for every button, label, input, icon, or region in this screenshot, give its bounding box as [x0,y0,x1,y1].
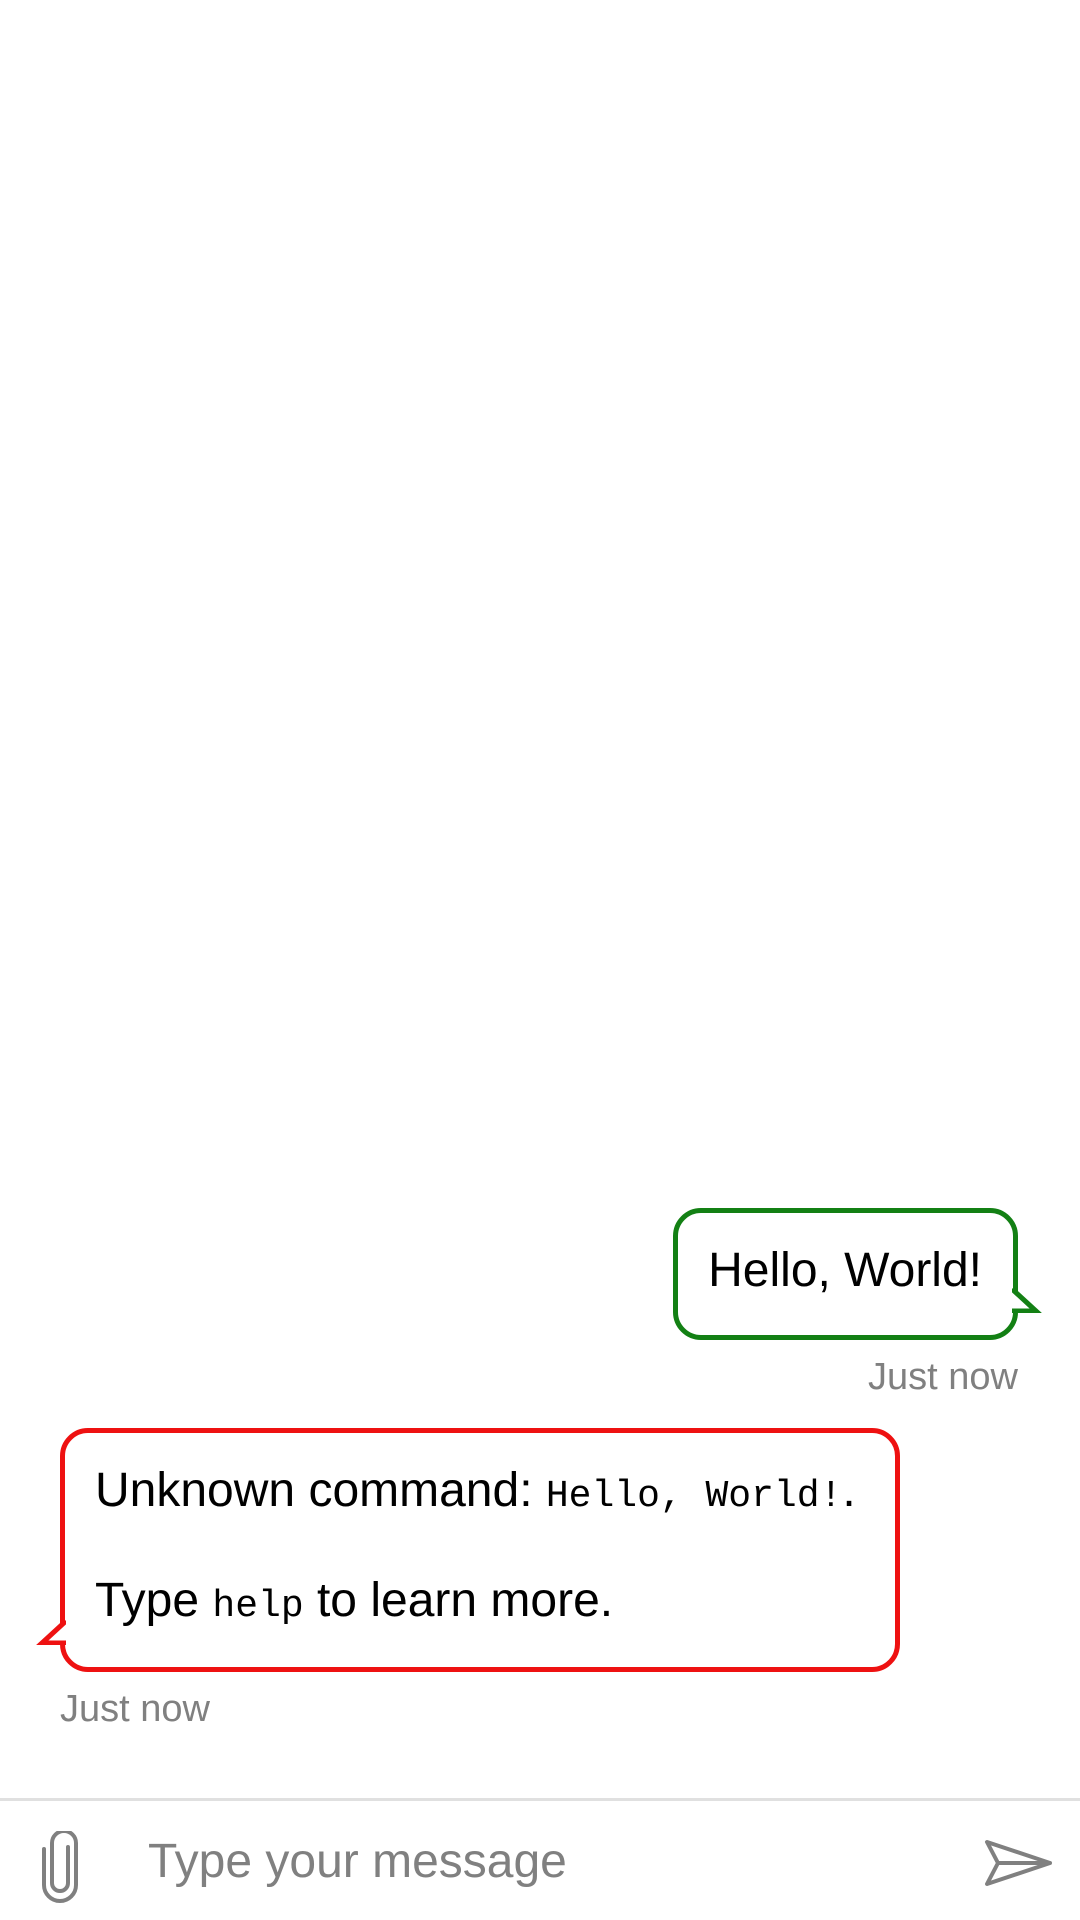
outgoing-bubble-tail [1012,1287,1042,1313]
incoming-message: Unknown command: Hello, World!. Type hel… [36,1428,900,1731]
incoming-message-timestamp: Just now [60,1688,210,1730]
message-composer [0,1798,1080,1920]
inline-code: Hello, World! [545,1475,843,1518]
outgoing-message-timestamp: Just now [868,1356,1018,1398]
incoming-message-text: Unknown command: [95,1464,546,1517]
message-input[interactable] [148,1821,948,1901]
message-list[interactable]: Hello, World! Just now Unknown command: … [0,0,1080,1798]
outgoing-message-text: Hello, World! [708,1244,982,1297]
outgoing-message-bubble: Hello, World! [673,1208,1042,1340]
incoming-message-bubble: Unknown command: Hello, World!. Type hel… [36,1428,900,1672]
inline-code: help [212,1585,304,1628]
incoming-message-line-2: Type help to learn more. [95,1573,867,1635]
incoming-message-text: to learn more. [303,1574,614,1627]
chat-screen: Hello, World! Just now Unknown command: … [0,0,1080,1920]
outgoing-message: Hello, World! Just now [673,1208,1042,1399]
incoming-bubble-tail [36,1619,66,1645]
incoming-message-line-1: Unknown command: Hello, World!. [95,1463,867,1525]
incoming-message-text: . [842,1464,856,1517]
paperclip-icon[interactable] [38,1831,82,1903]
incoming-message-text: Type [95,1574,213,1627]
send-icon[interactable] [984,1839,1054,1887]
